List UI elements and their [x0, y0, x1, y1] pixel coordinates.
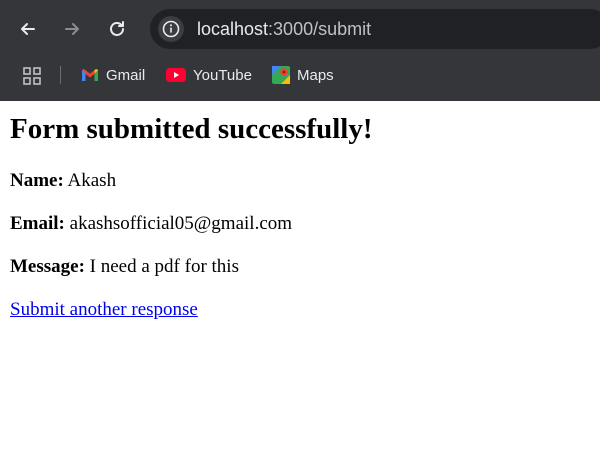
info-icon [162, 20, 180, 38]
bookmark-maps[interactable]: Maps [272, 65, 334, 85]
forward-arrow-icon [65, 23, 79, 35]
maps-icon [272, 66, 290, 84]
bookmark-youtube[interactable]: YouTube [166, 65, 252, 85]
name-label: Name: [10, 170, 64, 191]
gmail-icon [82, 69, 98, 81]
youtube-icon [166, 68, 186, 82]
bookmark-youtube-label: YouTube [193, 66, 252, 84]
url-path: :3000/submit [268, 19, 372, 39]
bookmarks-divider [60, 66, 61, 84]
forward-button[interactable] [56, 13, 88, 45]
url-text: localhost:3000/submit [197, 19, 371, 40]
email-row: Email: akashsofficial05@gmail.com [10, 213, 292, 235]
name-value: Akash [67, 170, 117, 191]
back-arrow-icon [21, 23, 35, 35]
bookmark-maps-label: Maps [297, 66, 334, 84]
browser-toolbar: localhost:3000/submit [0, 0, 600, 58]
reload-button[interactable] [101, 13, 133, 45]
email-value: akashsofficial05@gmail.com [69, 213, 293, 234]
apps-button[interactable] [23, 67, 41, 89]
page-title: Form submitted successfully! [10, 113, 373, 145]
browser-chrome: localhost:3000/submit Gmail YouTube Maps [0, 0, 600, 101]
url-host: localhost [197, 19, 269, 39]
reload-icon [110, 21, 124, 36]
back-button[interactable] [12, 13, 44, 45]
email-label: Email: [10, 213, 65, 234]
message-row: Message: I need a pdf for this [10, 256, 239, 278]
apps-grid-icon [23, 67, 41, 85]
site-info-button[interactable] [158, 16, 184, 42]
message-value: I need a pdf for this [89, 256, 239, 277]
bookmark-gmail[interactable]: Gmail [81, 65, 145, 85]
message-label: Message: [10, 256, 85, 277]
name-row: Name: Akash [10, 170, 116, 192]
bookmark-gmail-label: Gmail [106, 66, 146, 84]
bookmarks-bar: Gmail YouTube Maps [0, 58, 600, 91]
address-bar[interactable]: localhost:3000/submit [150, 9, 600, 49]
submit-another-link[interactable]: Submit another response [10, 299, 198, 321]
